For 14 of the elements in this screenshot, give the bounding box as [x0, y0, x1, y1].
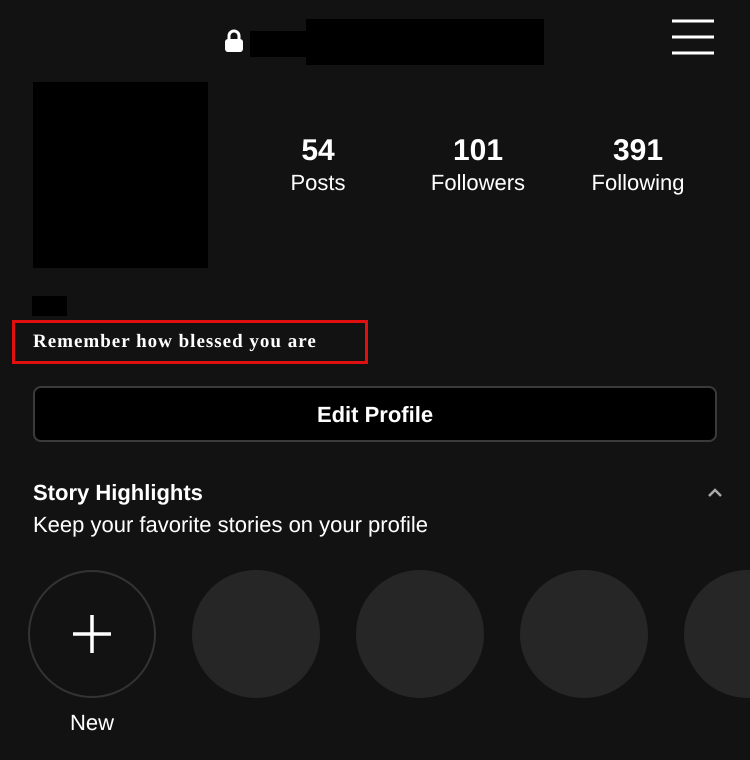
stat-count: 391 [612, 133, 664, 169]
plus-icon [73, 615, 111, 653]
stat-label[interactable]: Posts [290, 169, 346, 197]
section-title: Story Highlights [33, 479, 204, 507]
stat-count: 54 [301, 133, 335, 169]
chevron-up-icon[interactable] [707, 488, 723, 498]
highlight-label: New [70, 709, 114, 737]
stat-label[interactable]: Following [592, 169, 684, 197]
menu-icon[interactable] [672, 19, 714, 55]
stat-count: 101 [452, 133, 504, 169]
bio-text: Remember how blessed you are [12, 320, 368, 364]
section-subtitle: Keep your favorite stories on your profile [33, 511, 428, 539]
stat-label[interactable]: Followers [430, 169, 526, 197]
edit-profile-button[interactable]: Edit Profile [33, 386, 717, 442]
